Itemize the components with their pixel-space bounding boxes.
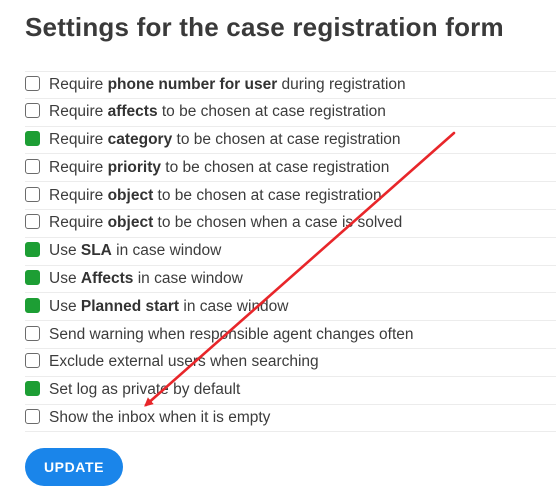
checkbox-send-warning[interactable] (25, 325, 40, 341)
setting-label-affects-window: Use Affects in case window (49, 269, 243, 287)
update-button[interactable]: UPDATE (25, 448, 123, 486)
setting-row-phone-number[interactable]: Require phone number for user during reg… (25, 71, 556, 99)
setting-label-priority: Require priority to be chosen at case re… (49, 158, 390, 176)
page-title: Settings for the case registration form (25, 12, 504, 42)
setting-row-planned-start[interactable]: Use Planned start in case window (25, 293, 556, 322)
checkbox-category[interactable] (25, 130, 40, 146)
setting-row-log-private[interactable]: Set log as private by default (25, 377, 556, 405)
setting-row-affects-window[interactable]: Use Affects in case window (25, 266, 556, 294)
setting-row-object-registration[interactable]: Require object to be chosen at case regi… (25, 182, 556, 210)
checkbox-planned-start[interactable] (25, 297, 40, 313)
setting-label-planned-start: Use Planned start in case window (49, 297, 289, 315)
setting-label-phone-number: Require phone number for user during reg… (49, 75, 406, 93)
setting-label-affects: Require affects to be chosen at case reg… (49, 103, 386, 121)
setting-label-show-inbox: Show the inbox when it is empty (49, 408, 271, 426)
checkbox-object-solved[interactable] (25, 214, 40, 230)
checkbox-object-registration[interactable] (25, 186, 40, 202)
setting-label-send-warning: Send warning when responsible agent chan… (49, 325, 414, 343)
checkbox-phone-number[interactable] (25, 75, 40, 91)
setting-row-show-inbox[interactable]: Show the inbox when it is empty (25, 405, 556, 433)
setting-row-object-solved[interactable]: Require object to be chosen when a case … (25, 210, 556, 238)
settings-list: Require phone number for user during reg… (25, 71, 556, 433)
setting-label-object-registration: Require object to be chosen at case regi… (49, 186, 382, 204)
checkbox-affects-window[interactable] (25, 269, 40, 285)
checkbox-exclude-external[interactable] (25, 353, 40, 369)
setting-row-exclude-external[interactable]: Exclude external users when searching (25, 349, 556, 377)
checkbox-affects[interactable] (25, 103, 40, 119)
setting-row-sla[interactable]: Use SLA in case window (25, 238, 556, 266)
setting-row-priority[interactable]: Require priority to be chosen at case re… (25, 154, 556, 183)
setting-row-category[interactable]: Require category to be chosen at case re… (25, 127, 556, 155)
setting-row-send-warning[interactable]: Send warning when responsible agent chan… (25, 321, 556, 349)
setting-label-category: Require category to be chosen at case re… (49, 130, 401, 148)
setting-label-object-solved: Require object to be chosen when a case … (49, 214, 403, 232)
checkbox-sla[interactable] (25, 242, 40, 258)
setting-label-exclude-external: Exclude external users when searching (49, 353, 319, 371)
checkbox-show-inbox[interactable] (25, 408, 40, 424)
setting-row-affects[interactable]: Require affects to be chosen at case reg… (25, 99, 556, 127)
checkbox-log-private[interactable] (25, 381, 40, 397)
checkbox-priority[interactable] (25, 158, 40, 174)
setting-label-sla: Use SLA in case window (49, 242, 222, 260)
setting-label-log-private: Set log as private by default (49, 381, 241, 399)
